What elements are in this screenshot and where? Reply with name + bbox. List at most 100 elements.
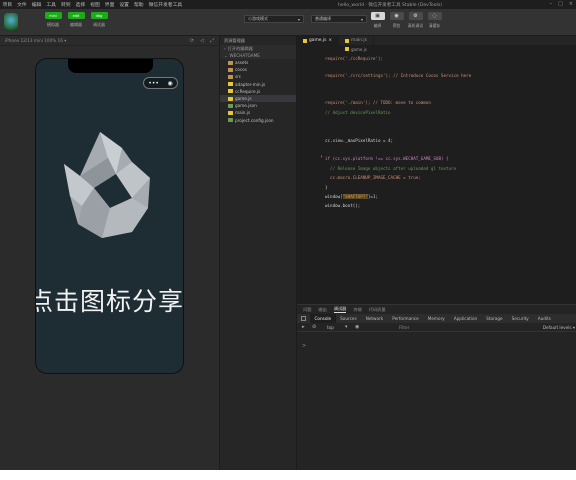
log-levels-select[interactable]: Default levels ▾ bbox=[543, 325, 575, 330]
menu-file[interactable]: 文件 bbox=[15, 1, 30, 8]
tab-network[interactable]: Network bbox=[361, 314, 387, 323]
tab-sources[interactable]: Sources bbox=[336, 314, 362, 323]
cocos-logo-icon[interactable] bbox=[60, 128, 154, 240]
clear-console-icon[interactable]: ⊘ bbox=[312, 324, 316, 330]
tab-audits[interactable]: Audits bbox=[533, 314, 555, 323]
bottom-margin bbox=[0, 470, 576, 480]
open-editors-section[interactable]: › 打开的编辑器 bbox=[220, 45, 296, 52]
tab-memory[interactable]: Memory bbox=[423, 314, 449, 323]
tree-item-main-js[interactable]: main.js bbox=[220, 109, 296, 116]
minimize-icon[interactable]: – bbox=[550, 1, 553, 7]
more-icon[interactable]: ••• bbox=[148, 80, 159, 87]
tree-item-project-config[interactable]: project.config.json bbox=[220, 117, 296, 124]
compile-label: 编译 bbox=[373, 23, 382, 28]
js-file-icon bbox=[228, 82, 233, 87]
tab-output[interactable]: 输出 bbox=[318, 307, 326, 313]
rotate-icon[interactable]: ⟳ bbox=[190, 38, 194, 44]
compile-button[interactable]: ▣ 编译 bbox=[369, 12, 386, 29]
tree-item-label: src bbox=[235, 74, 242, 80]
phone-screen[interactable]: ••• ◉ 点击图标分享 bbox=[35, 58, 184, 374]
tab-terminal[interactable]: 终端 bbox=[353, 307, 361, 313]
chevron-down-icon: ▾ bbox=[297, 16, 300, 22]
debugger-toggle[interactable]: dbg 调试器 bbox=[89, 12, 109, 28]
console-prompt[interactable]: > bbox=[302, 343, 306, 349]
tab-game-js[interactable]: game.js × bbox=[297, 36, 340, 45]
volume-icon[interactable]: ◁ bbox=[200, 38, 204, 44]
clear-cache-button[interactable]: ◌ 清缓存 bbox=[426, 12, 443, 29]
context-select[interactable]: top bbox=[327, 325, 334, 330]
mode-select[interactable]: 小游戏模式 ▾ bbox=[244, 15, 304, 23]
bottom-panel: 问题 输出 调试器 终端 代码质量 Console Sources Networ… bbox=[297, 304, 576, 470]
tree-item-ccrequire[interactable]: ccRequire.js bbox=[220, 88, 296, 95]
mode-select-value: 小游戏模式 bbox=[248, 16, 268, 21]
window-title: hello_world · 微信开发者工具 Stable (DevTools) bbox=[337, 2, 443, 8]
tab-problems[interactable]: 问题 bbox=[303, 307, 311, 313]
menu-settings[interactable]: 设置 bbox=[117, 1, 132, 8]
close-icon[interactable]: × bbox=[569, 1, 573, 7]
sidebar-toggle-icon[interactable]: ▸ bbox=[302, 324, 305, 330]
avatar[interactable] bbox=[4, 13, 18, 31]
maximize-icon[interactable]: □ bbox=[558, 1, 563, 7]
tree-item-label: game.json bbox=[235, 103, 257, 109]
tree-item-src[interactable]: src bbox=[220, 73, 296, 80]
close-icon[interactable]: × bbox=[328, 38, 332, 43]
tab-application[interactable]: Application bbox=[449, 314, 481, 323]
code-token: ]=1; bbox=[367, 194, 378, 199]
debugger-toggle-box[interactable]: dbg bbox=[90, 12, 108, 19]
tree-item-game-js[interactable]: game.js bbox=[220, 94, 296, 103]
editor-tabs: game.js × main.js bbox=[297, 36, 576, 45]
fold-icon[interactable]: › bbox=[320, 154, 323, 160]
menu-interface[interactable]: 界面 bbox=[102, 1, 117, 8]
menu-project[interactable]: 项目 bbox=[0, 1, 15, 8]
folder-icon bbox=[228, 74, 233, 79]
json-file-icon bbox=[228, 118, 233, 123]
inspect-icon[interactable] bbox=[301, 316, 306, 321]
toolbar-actions: ▣ 编译 ◉ 预览 ⚙ 真机调试 ◌ 清缓存 bbox=[369, 12, 443, 29]
tab-main-js[interactable]: main.js bbox=[339, 36, 374, 45]
tab-code-quality[interactable]: 代码质量 bbox=[369, 307, 386, 313]
toolbar: mini 模拟器 edit 编辑器 dbg 调试器 小游戏模式 ▾ 普通编译 ▾… bbox=[0, 9, 576, 36]
tree-item-cocos[interactable]: cocos bbox=[220, 66, 296, 73]
eye-icon[interactable]: ◉ bbox=[355, 324, 359, 330]
tree-item-adapter[interactable]: adapter-min.js bbox=[220, 81, 296, 88]
js-file-icon bbox=[345, 47, 349, 51]
simulator-toggle[interactable]: mini 模拟器 bbox=[43, 12, 63, 28]
tree-item-assets[interactable]: assets bbox=[220, 59, 296, 66]
window-controls: – □ × bbox=[550, 1, 573, 7]
tab-security[interactable]: Security bbox=[507, 314, 533, 323]
preview-button[interactable]: ◉ 预览 bbox=[388, 12, 405, 29]
editor-toggle-box[interactable]: edit bbox=[67, 12, 85, 19]
remote-debug-button[interactable]: ⚙ 真机调试 bbox=[407, 12, 424, 29]
tab-performance[interactable]: Performance bbox=[388, 314, 424, 323]
tab-label: main.js bbox=[351, 38, 367, 43]
console-filter-input[interactable]: Filter bbox=[399, 325, 409, 330]
tree-item-label: ccRequire.js bbox=[235, 88, 261, 94]
tree-item-game-json[interactable]: game.json bbox=[220, 102, 296, 109]
menu-select[interactable]: 选择 bbox=[73, 1, 88, 8]
fullscreen-icon[interactable]: ⤢ bbox=[210, 38, 214, 44]
menu-capsule[interactable]: ••• ◉ bbox=[143, 77, 178, 89]
js-file-icon bbox=[345, 38, 350, 43]
breadcrumb-file[interactable]: game.js bbox=[351, 47, 367, 52]
editor-toggle[interactable]: edit 编辑器 bbox=[66, 12, 86, 28]
phone-notch bbox=[68, 59, 153, 73]
code-area[interactable]: require('./ccRequire'); require('./src/s… bbox=[297, 53, 576, 304]
menu-devtools[interactable]: 微信开发者工具 bbox=[146, 1, 185, 8]
tab-debugger[interactable]: 调试器 bbox=[333, 306, 347, 313]
tab-console[interactable]: Console bbox=[310, 314, 336, 323]
project-root[interactable]: ⌄ WECHATGAME bbox=[220, 52, 296, 59]
menu-edit[interactable]: 编辑 bbox=[29, 1, 44, 8]
exit-icon[interactable]: ◉ bbox=[167, 80, 172, 87]
code-line: window.boot(); bbox=[325, 203, 361, 208]
compile-select[interactable]: 普通编译 ▾ bbox=[311, 15, 367, 23]
menu-tools[interactable]: 工具 bbox=[44, 1, 59, 8]
menu-goto[interactable]: 转到 bbox=[58, 1, 73, 8]
tab-storage[interactable]: Storage bbox=[482, 314, 507, 323]
simulator-toggle-box[interactable]: mini bbox=[44, 12, 62, 19]
code-line: if (cc.sys.platform !== cc.sys.WECHAT_GA… bbox=[325, 156, 449, 161]
menu-help[interactable]: 帮助 bbox=[131, 1, 146, 8]
menu-view[interactable]: 视图 bbox=[88, 1, 103, 8]
device-select[interactable]: iPhone 12/13 mini 100% 16 ▾ bbox=[5, 38, 66, 43]
preview-icon: ◉ bbox=[389, 12, 404, 20]
json-file-icon bbox=[228, 103, 233, 108]
